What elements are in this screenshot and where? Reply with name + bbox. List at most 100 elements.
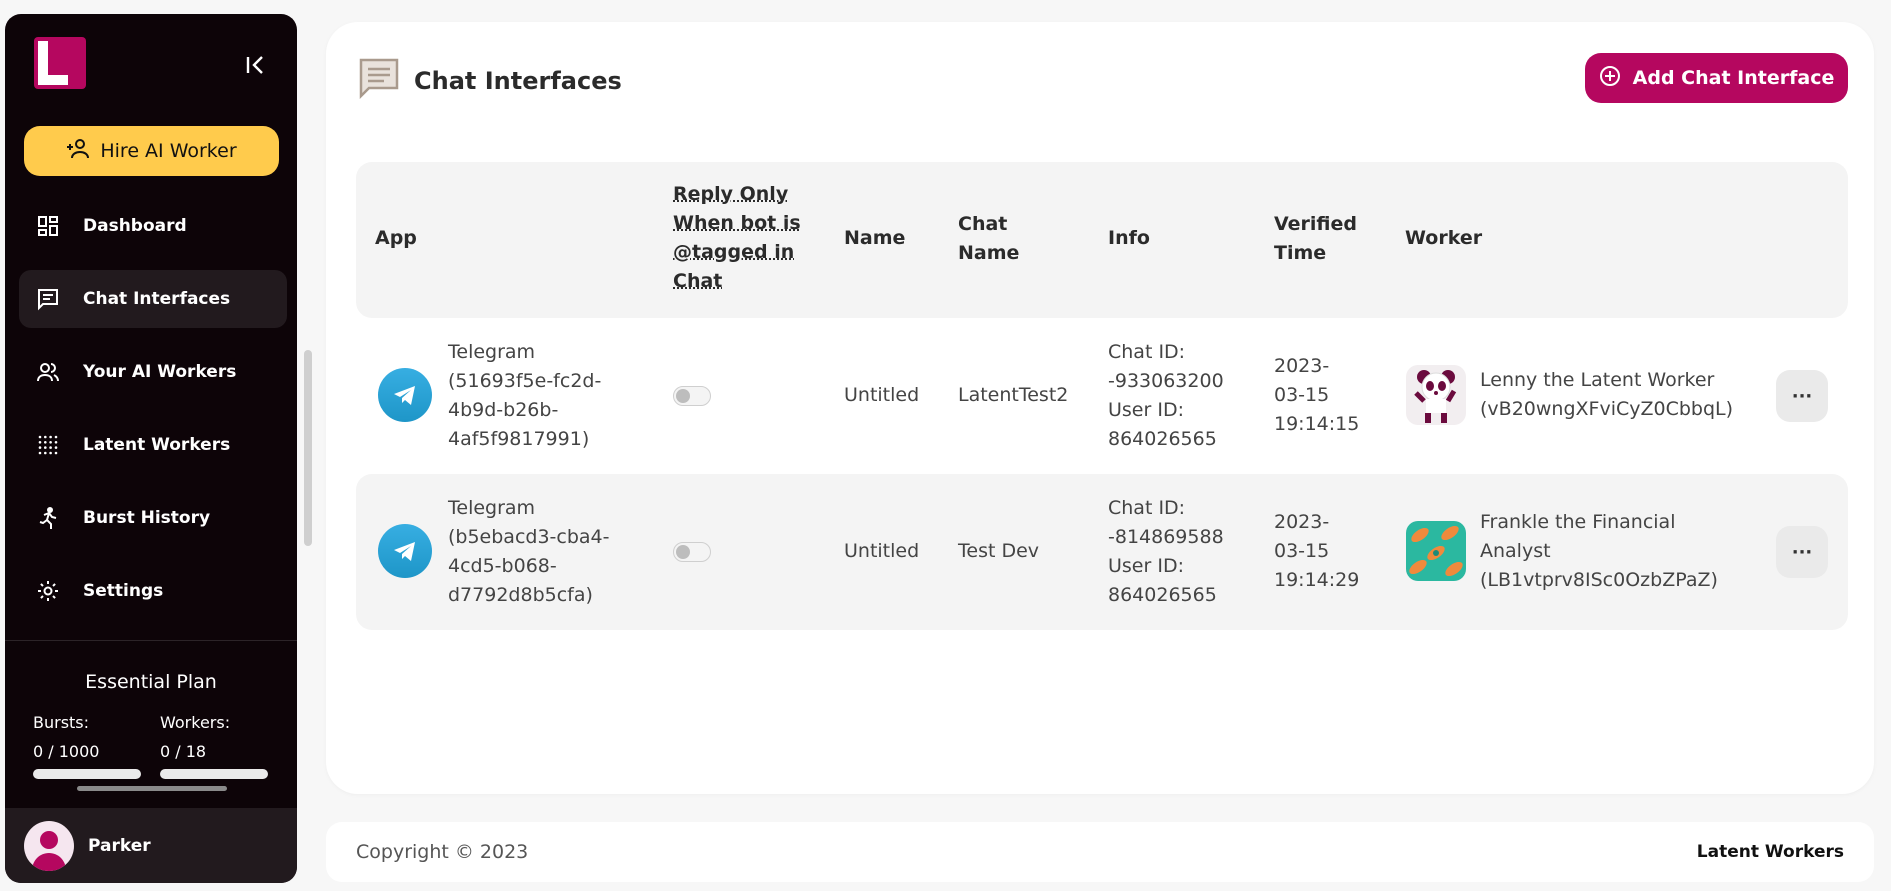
info-cell: Chat ID: -933063200 User ID: 864026565 (1108, 338, 1224, 454)
more-options-button[interactable]: ··· (1776, 370, 1828, 422)
header-verified-line: Time (1274, 242, 1327, 264)
info-line: Chat ID: (1108, 341, 1186, 363)
worker-line: Frankle the Financial (1480, 511, 1676, 533)
user-name: Parker (88, 835, 151, 856)
header-info: Info (1108, 227, 1150, 249)
sidebar: Hire AI Worker Dashboard Chat Interfaces… (5, 14, 297, 883)
plan-panel: Essential Plan Bursts: 0 / 1000 Workers:… (5, 640, 297, 805)
chat-icon (35, 286, 61, 312)
app-line: d7792d8b5cfa) (448, 584, 593, 606)
more-options-button[interactable]: ··· (1776, 526, 1828, 578)
hire-ai-worker-label: Hire AI Worker (100, 140, 237, 162)
people-icon (35, 359, 61, 385)
worker-line: Lenny the Latent Worker (1480, 369, 1715, 391)
sidebar-item-latent-workers[interactable]: Latent Workers (19, 416, 287, 474)
header-verified-line: Verified (1274, 213, 1358, 235)
info-line: 864026565 (1108, 428, 1217, 450)
sidebar-item-chat-interfaces[interactable]: Chat Interfaces (19, 270, 287, 328)
verified-line: 03-15 (1274, 540, 1330, 562)
page-header: Chat Interfaces (358, 57, 622, 105)
add-chat-interface-label: Add Chat Interface (1632, 67, 1835, 89)
verified-line: 2023- (1274, 355, 1330, 377)
table-row: Telegram (b5ebacd3-cba4- 4cd5-b068- d779… (356, 474, 1848, 630)
grid-dots-icon (35, 432, 61, 458)
name-cell: Untitled (844, 540, 920, 562)
header-name: Name (844, 227, 906, 249)
workers-progress-bar (160, 769, 268, 779)
gear-icon (35, 578, 61, 604)
footer-brand-link[interactable]: Latent Workers (1697, 842, 1844, 862)
bursts-usage: Bursts: 0 / 1000 (33, 713, 143, 779)
app-line: Telegram (448, 341, 536, 363)
sidebar-scrollbar[interactable] (304, 350, 312, 546)
info-line: Chat ID: (1108, 497, 1186, 519)
info-line: -814869588 (1108, 526, 1224, 548)
app-line: 4cd5-b068- (448, 555, 557, 577)
chat-name-cell: LatentTest2 (958, 384, 1069, 406)
verified-line: 19:14:15 (1274, 413, 1360, 435)
header-reply-line: When bot is (673, 212, 801, 234)
chat-interfaces-table: App Reply Only When bot is @tagged in Ch… (356, 162, 1848, 630)
info-line: 864026565 (1108, 584, 1217, 606)
verified-time-cell: 2023- 03-15 19:14:29 (1274, 508, 1359, 595)
bursts-label: Bursts: (33, 713, 90, 732)
sidebar-item-burst-history[interactable]: Burst History (19, 489, 287, 547)
header-verified-time: Verified Time (1274, 210, 1357, 268)
telegram-icon (378, 524, 432, 578)
sidebar-item-label: Burst History (83, 508, 211, 528)
bursts-value: 0 / 1000 (33, 742, 100, 761)
app-line: (51693f5e-fc2d- (448, 370, 602, 392)
verified-line: 2023- (1274, 511, 1330, 533)
header-worker: Worker (1405, 227, 1483, 249)
header-reply-only[interactable]: Reply Only When bot is @tagged in Chat (673, 180, 801, 296)
verified-line: 19:14:29 (1274, 569, 1360, 591)
hire-ai-worker-button[interactable]: Hire AI Worker (24, 126, 279, 176)
app-line: Telegram (448, 497, 536, 519)
sidebar-item-your-ai-workers[interactable]: Your AI Workers (19, 343, 287, 401)
header-reply-line: @tagged in (673, 241, 795, 263)
verified-line: 03-15 (1274, 384, 1330, 406)
running-icon (35, 505, 61, 531)
logo[interactable] (34, 37, 86, 89)
plan-title: Essential Plan (85, 671, 217, 693)
worker-line: (vB20wngXFviCyZ0CbbqL) (1480, 398, 1734, 420)
table-header: App Reply Only When bot is @tagged in Ch… (356, 162, 1848, 318)
dashboard-icon (35, 213, 61, 239)
name-cell: Untitled (844, 384, 920, 406)
verified-time-cell: 2023- 03-15 19:14:15 (1274, 352, 1359, 439)
sidebar-item-dashboard[interactable]: Dashboard (19, 197, 287, 255)
worker-line: (LB1vtprv8ISc0OzbZPaZ) (1480, 569, 1718, 591)
workers-value: 0 / 18 (160, 742, 207, 761)
header-app: App (375, 227, 417, 249)
reply-only-toggle[interactable] (673, 542, 711, 562)
app-line: (b5ebacd3-cba4- (448, 526, 610, 548)
sidebar-item-label: Chat Interfaces (83, 289, 231, 309)
app-cell: Telegram (b5ebacd3-cba4- 4cd5-b068- d779… (448, 494, 610, 610)
app-line: 4b9d-b26b- (448, 399, 559, 421)
worker-cell: Lenny the Latent Worker (vB20wngXFviCyZ0… (1480, 366, 1733, 424)
bursts-progress-bar (33, 769, 141, 779)
sidebar-item-label: Dashboard (83, 216, 187, 236)
table-row: Telegram (51693f5e-fc2d- 4b9d-b26b- 4af5… (356, 318, 1848, 474)
app-cell: Telegram (51693f5e-fc2d- 4b9d-b26b- 4af5… (448, 338, 601, 454)
info-line: User ID: (1108, 555, 1184, 577)
reply-only-toggle[interactable] (673, 386, 711, 406)
workers-usage: Workers: 0 / 18 (160, 713, 270, 779)
add-person-icon (66, 138, 90, 165)
worker-line: Analyst (1480, 540, 1551, 562)
sidebar-horizontal-scrollbar[interactable] (77, 786, 227, 791)
header-reply-line: Chat (673, 270, 723, 292)
collapse-sidebar-icon[interactable] (241, 50, 271, 80)
add-circle-icon (1599, 65, 1621, 92)
worker-avatar-financial (1406, 521, 1466, 581)
chat-name-cell: Test Dev (958, 540, 1040, 562)
workers-label: Workers: (160, 713, 231, 732)
add-chat-interface-button[interactable]: Add Chat Interface (1585, 53, 1848, 103)
sidebar-item-settings[interactable]: Settings (19, 562, 287, 620)
user-profile[interactable]: Parker (5, 808, 297, 883)
info-line: User ID: (1108, 399, 1184, 421)
sidebar-item-label: Your AI Workers (83, 362, 237, 382)
page-title: Chat Interfaces (414, 67, 622, 95)
header-chat-name: Chat Name (958, 210, 1019, 268)
footer: Copyright © 2023 Latent Workers (326, 822, 1874, 882)
